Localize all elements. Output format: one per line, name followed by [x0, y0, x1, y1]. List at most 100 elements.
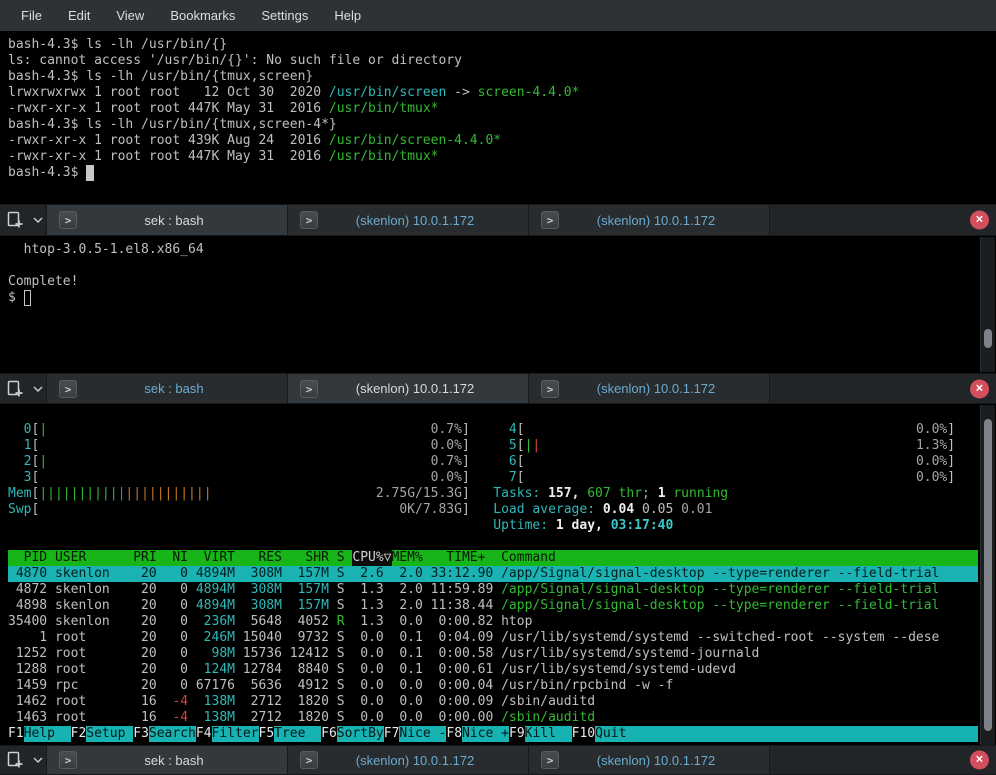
- terminal-line: $: [8, 290, 978, 306]
- terminal-text-segment: 0.04: [603, 502, 642, 518]
- terminal-pane-htop[interactable]: 0[| 0.7%] 4[ 0.0%] 1[ 0.0%] 5[||: [0, 404, 996, 745]
- new-tab-icon: [6, 380, 24, 398]
- terminal-line: htop-3.0.5-1.el8.x86_64: [8, 242, 978, 258]
- menu-item-bookmarks[interactable]: Bookmarks: [157, 0, 248, 31]
- tab-label: (skenlon) 10.0.1.172: [583, 213, 716, 228]
- terminal-text-segment: /usr/bin/screen: [329, 85, 446, 101]
- terminal-text-segment: ]: [462, 422, 470, 438]
- terminal-icon: >: [59, 380, 77, 398]
- chevron-down-icon[interactable]: [30, 374, 47, 403]
- menu-item-file[interactable]: File: [8, 0, 55, 31]
- close-icon[interactable]: ✕: [970, 379, 989, 398]
- terminal-text-segment: 607 thr: [587, 486, 642, 502]
- terminal-text-segment: Swp: [8, 502, 31, 518]
- terminal-text-segment: -4: [172, 710, 188, 726]
- scrollbar-middle[interactable]: [980, 237, 995, 372]
- menu-item-settings[interactable]: Settings: [248, 0, 321, 31]
- terminal-text-segment: Search: [149, 726, 196, 742]
- terminal-text-segment: /sbin/auditd: [501, 710, 595, 726]
- new-tab-button[interactable]: [0, 746, 30, 774]
- tab-label: (skenlon) 10.0.1.172: [342, 381, 475, 396]
- terminal-line: 1[ 0.0%] 5[|| 1.3%]: [8, 438, 978, 454]
- terminal-icon: >: [59, 211, 77, 229]
- terminal-line: bash-4.3$ ls -lh /usr/bin/{}: [8, 37, 978, 53]
- tab[interactable]: >(skenlon) 10.0.1.172: [529, 374, 770, 403]
- menu-item-help[interactable]: Help: [321, 0, 374, 31]
- terminal-pane-top[interactable]: bash-4.3$ ls -lh /usr/bin/{}ls: cannot a…: [0, 31, 996, 204]
- menu-item-view[interactable]: View: [103, 0, 157, 31]
- terminal-text-segment: 246M: [188, 630, 235, 646]
- terminal-text-segment: |: [532, 438, 540, 454]
- new-tab-button[interactable]: [0, 374, 30, 403]
- terminal-text-segment: 1459 rpc 20 0 67176 5636 4912 S 0.0 0.0 …: [8, 678, 501, 694]
- terminal-text-segment: ]: [462, 454, 470, 470]
- terminal-text-segment: [: [31, 422, 39, 438]
- terminal-text-segment: Nice -: [399, 726, 446, 742]
- menu-item-edit[interactable]: Edit: [55, 0, 103, 31]
- terminal-text-segment: ]: [947, 438, 955, 454]
- close-icon[interactable]: ✕: [970, 211, 989, 230]
- terminal-text-segment: /usr/lib/systemd/systemd --switched-root…: [501, 630, 939, 646]
- tab[interactable]: >(skenlon) 10.0.1.172: [288, 374, 529, 403]
- terminal-text-segment: ]: [462, 502, 470, 518]
- new-tab-button[interactable]: [0, 205, 30, 235]
- tab[interactable]: >sek : bash: [47, 205, 288, 235]
- tab-label: (skenlon) 10.0.1.172: [342, 753, 475, 768]
- terminal-text-segment: Uptime:: [493, 518, 556, 534]
- scrollbar-htop[interactable]: [980, 405, 995, 745]
- terminal-text-segment: /usr/lib/systemd/systemd-journald: [501, 646, 759, 662]
- tab[interactable]: >(skenlon) 10.0.1.172: [288, 746, 529, 774]
- terminal-text-segment: [: [517, 470, 525, 486]
- terminal-text-segment: F8: [446, 726, 462, 742]
- terminal-text-segment: ||||||||||: [39, 486, 117, 502]
- terminal-text-segment: R: [337, 614, 345, 630]
- terminal-text-segment: Load average:: [493, 502, 603, 518]
- terminal-text-segment: 1463 root 16: [8, 710, 172, 726]
- terminal-text-segment: 157,: [548, 486, 587, 502]
- terminal-text-segment: Complete!: [8, 274, 78, 290]
- terminal-text-segment: 0.05: [642, 502, 681, 518]
- terminal-text-segment: 4872 skenlon 20 0: [8, 582, 188, 598]
- terminal-text-segment: /usr/bin/tmux*: [329, 149, 439, 165]
- terminal-text-segment: 0.0%: [916, 422, 947, 438]
- tab[interactable]: >(skenlon) 10.0.1.172: [529, 746, 770, 774]
- terminal-line: -rwxr-xr-x 1 root root 447K May 31 2016 …: [8, 101, 978, 117]
- terminal-text-segment: [: [517, 422, 525, 438]
- terminal-text-segment: 1: [658, 486, 666, 502]
- terminal-line: 4872 skenlon 20 0 4894M 308M 157M S 1.3 …: [8, 582, 978, 598]
- terminal-text-segment: [: [31, 486, 39, 502]
- tab[interactable]: >sek : bash: [47, 374, 288, 403]
- chevron-down-icon[interactable]: [30, 746, 47, 774]
- tab[interactable]: >(skenlon) 10.0.1.172: [529, 205, 770, 235]
- terminal-text-segment: F10: [572, 726, 595, 742]
- terminal-pane-middle[interactable]: htop-3.0.5-1.el8.x86_64 Complete!$: [0, 236, 996, 373]
- terminal-text-segment: bash-4.3$: [8, 165, 86, 181]
- terminal-text-segment: 15736 12412 S 0.0 0.1 0:00.58: [235, 646, 501, 662]
- tab-label: (skenlon) 10.0.1.172: [583, 381, 716, 396]
- tab-list: >sek : bash>(skenlon) 10.0.1.172>(skenlo…: [47, 746, 770, 774]
- terminal-text-segment: 0.0%: [916, 470, 947, 486]
- terminal-text-segment: Tasks:: [493, 486, 548, 502]
- terminal-line: -rwxr-xr-x 1 root root 447K May 31 2016 …: [8, 149, 978, 165]
- terminal-line: Uptime: 1 day, 03:17:40: [8, 518, 978, 534]
- terminal-text-segment: [525, 422, 916, 438]
- tab[interactable]: >sek : bash: [47, 746, 288, 774]
- terminal-text-segment: 0.01: [681, 502, 712, 518]
- terminal-text-segment: 7: [493, 470, 516, 486]
- terminal-line: [8, 534, 978, 550]
- scrollbar-thumb[interactable]: [984, 329, 992, 348]
- terminal-line: ls: cannot access '/usr/bin/{}': No such…: [8, 53, 978, 69]
- terminal-line: bash-4.3$ ls -lh /usr/bin/{tmux,screen}: [8, 69, 978, 85]
- chevron-down-icon[interactable]: [30, 205, 47, 235]
- terminal-text-segment: S 1.3 2.0 11:38.44: [329, 598, 501, 614]
- terminal-text-segment: |: [118, 486, 126, 502]
- terminal-text-segment: 15040 9732 S 0.0 0.1 0:04.09: [235, 630, 501, 646]
- terminal-text-segment: ]: [947, 470, 955, 486]
- terminal-text-segment: [525, 454, 916, 470]
- terminal-text-segment: 5648 4052: [235, 614, 337, 630]
- close-icon[interactable]: ✕: [970, 751, 989, 770]
- tab[interactable]: >(skenlon) 10.0.1.172: [288, 205, 529, 235]
- terminal-text-segment: 2: [8, 454, 31, 470]
- scrollbar-thumb[interactable]: [984, 419, 992, 731]
- terminal-text-segment: Kill: [525, 726, 572, 742]
